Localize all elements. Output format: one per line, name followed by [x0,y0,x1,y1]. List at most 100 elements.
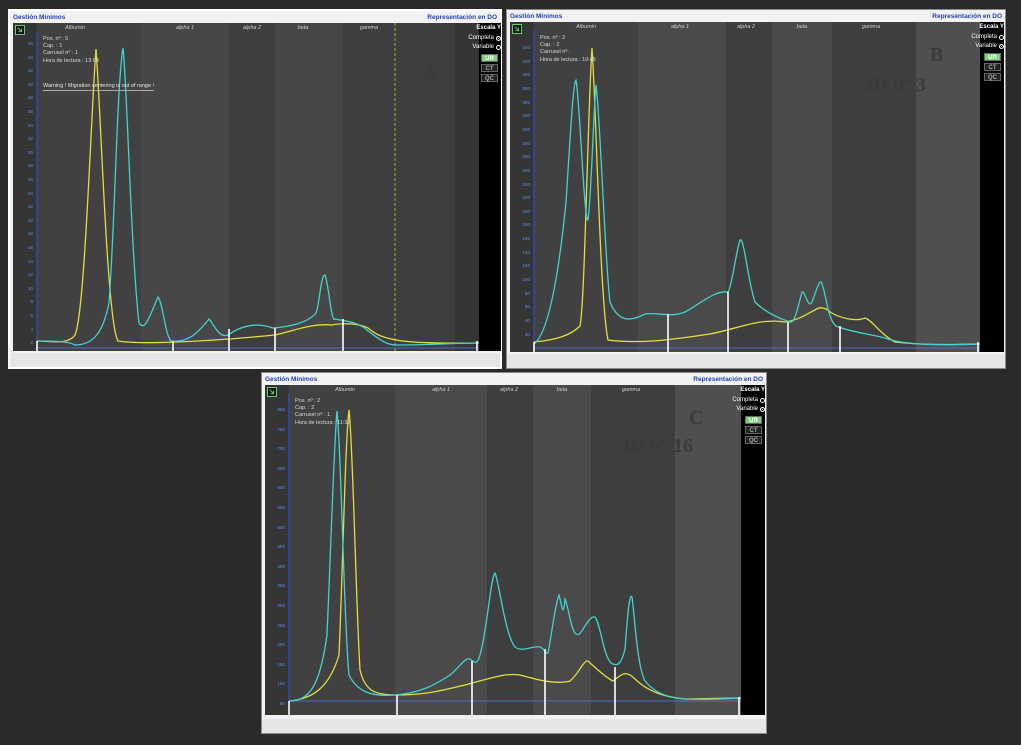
panel-c-variable-label: Variable [736,406,758,412]
y-tick-label: 40 [27,81,33,87]
panel-a-fraction-alpha1: alpha 1 [175,25,195,31]
panel-c-qc-button[interactable]: QC [745,436,762,444]
y-tick-label: 44 [27,54,33,60]
radio-selected-icon [496,35,501,41]
y-tick-label: 320 [522,126,530,132]
y-tick-label: 60 [524,304,530,310]
panel-b-electropherogram[interactable]: Pos. nº : 2 Cap. : 2 Carrusel nº : Hora … [510,22,980,352]
panel-c-titlebar: Gestión Mínimos Representación en DO [262,373,766,385]
panel-b-carrusel: Carrusel nº : [540,49,571,56]
panel-b-ct-button[interactable]: CT [984,63,1001,71]
y-tick-label: 100 [277,681,285,687]
y-tick-label: 42 [27,68,33,74]
y-tick-label: 800 [277,407,285,412]
panel-b-title-right: Representación en DO [932,12,1002,20]
panel-b-fraction-albumin: Albumin [576,24,596,30]
panel-c-fraction-alpha1: alpha 1 [431,387,451,393]
panel-c-sample-info: Pos. nº : 2 Cap. : 2 Carrusel nº : 1 Hor… [295,398,351,427]
y-tick-label: 400 [522,72,530,78]
panel-c-fraction-alpha2: alpha 2 [499,387,519,393]
panel-c-ur-button[interactable]: UR [745,416,762,424]
panel-b-letter: B [930,44,944,66]
panel-a-ct-button[interactable]: CT [481,64,498,72]
panel-a: Gestión Mínimos Representación en DO Pos… [8,9,502,369]
panel-c: Gestión Mínimos Representación en DO Pos… [261,372,767,734]
panel-a-fraction-albumin: Albumin [65,25,85,31]
y-tick-label: 240 [522,181,530,187]
panel-a-ur-button[interactable]: UR [481,54,498,62]
panel-b-title-left: Gestión Mínimos [510,12,563,20]
y-tick-label: 16 [27,245,33,250]
y-tick-label: 8 [30,299,33,305]
panel-a-pos: Pos. nº : 5 [43,36,69,42]
panel-b-completa-label: Completa [971,34,997,40]
y-tick-label: 300 [522,140,530,146]
y-tick-label: 34 [27,122,33,128]
panel-c-letter: C [689,407,704,429]
panel-b-scale-variable[interactable]: Variable [975,43,1004,49]
panel-c-title-left: Gestión Mínimos [265,375,318,383]
panel-c-expand-icon[interactable] [267,387,277,397]
panel-b-sample-info: Pos. nº : 2 Cap. : 2 Carrusel nº : Hora … [540,35,596,64]
panel-c-electropherogram[interactable]: Pos. nº : 2 Cap. : 2 Carrusel nº : 1 Hor… [265,385,741,715]
panel-b-hora: Hora de lectura : 10:45 [540,56,596,63]
y-tick-label: 18 [27,231,33,237]
panel-c-fraction-beta: beta [556,387,568,393]
panel-b: Gestión Mínimos Representación en DO Pos… [506,9,1006,369]
y-tick-label: 80 [524,290,530,296]
panel-a-scale-variable[interactable]: Variable [472,44,501,50]
panel-b-status-bar [507,354,1005,368]
y-tick-label: 700 [277,446,285,452]
panel-b-ur-button[interactable]: UR [984,53,1001,61]
panel-b-scale-completa[interactable]: Completa [971,34,1004,40]
panel-b-fraction-alpha2: alpha 2 [736,24,756,30]
panel-c-scale-panel: Escala Y Completa Variable UR CT QC [732,385,765,715]
panel-a-carrusel: Carrusel nº : 1 [43,50,79,57]
panel-a-fraction-gamma: gamma [359,25,379,31]
panel-a-title-left: Gestión Mínimos [13,13,66,21]
y-tick-label: 160 [522,236,530,242]
panel-a-qc-button[interactable]: QC [481,74,498,82]
panel-c-scale-title: Escala Y [740,387,765,393]
screenshot-root: { "panels": [ { "id": "A", "title_left":… [0,0,1021,745]
y-tick-label: 220 [522,195,530,201]
panel-b-pos: Pos. nº : 2 [540,35,566,41]
y-tick-label: 250 [277,622,285,628]
radio-selected-icon [760,406,765,412]
panel-c-completa-label: Completa [732,397,758,403]
panel-a-status-bar [10,353,500,367]
panel-b-qc-button[interactable]: QC [984,73,1001,81]
y-tick-label: 6 [30,313,33,318]
panel-c-scale-variable[interactable]: Variable [736,406,765,412]
y-tick-label: 28 [27,163,33,169]
panel-c-ct-button[interactable]: CT [745,426,762,434]
panel-b-variable-label: Variable [975,43,997,49]
y-tick-label: 120 [522,263,530,269]
panel-b-fraction-alpha1: alpha 1 [670,24,690,30]
y-tick-label: 4 [30,326,33,332]
panel-b-expand-icon[interactable] [512,24,522,34]
y-tick-label: 260 [522,167,530,173]
y-tick-label: 20 [27,217,33,223]
y-tick-label: 40 [524,318,530,323]
panel-a-sample-info: Pos. nº : 5 Cap. : 1 Carrusel nº : 1 Hor… [43,36,99,65]
y-tick-label: 450 [277,544,285,550]
radio-icon [999,34,1004,40]
y-tick-label: 200 [522,208,530,214]
panel-c-scale-completa[interactable]: Completa [732,397,765,403]
panel-a-completa-label: Completa [468,35,494,41]
y-tick-label: 350 [277,583,285,589]
radio-icon [496,44,501,50]
panel-a-expand-icon[interactable] [15,25,25,35]
y-tick-label: 30 [27,149,33,155]
panel-a-scale-completa[interactable]: Completa [468,35,501,41]
panel-a-title-right: Representación en DO [427,13,497,21]
y-tick-label: 440 [522,45,530,50]
y-tick-label: 200 [277,642,285,648]
y-tick-label: 36 [27,109,33,114]
panel-a-fraction-alpha2: alpha 2 [242,25,262,31]
panel-a-letter: A [423,61,438,83]
y-tick-label: 550 [277,505,285,510]
y-tick-label: 280 [522,154,530,160]
panel-a-electropherogram[interactable]: Pos. nº : 5 Cap. : 1 Carrusel nº : 1 Hor… [13,23,479,351]
